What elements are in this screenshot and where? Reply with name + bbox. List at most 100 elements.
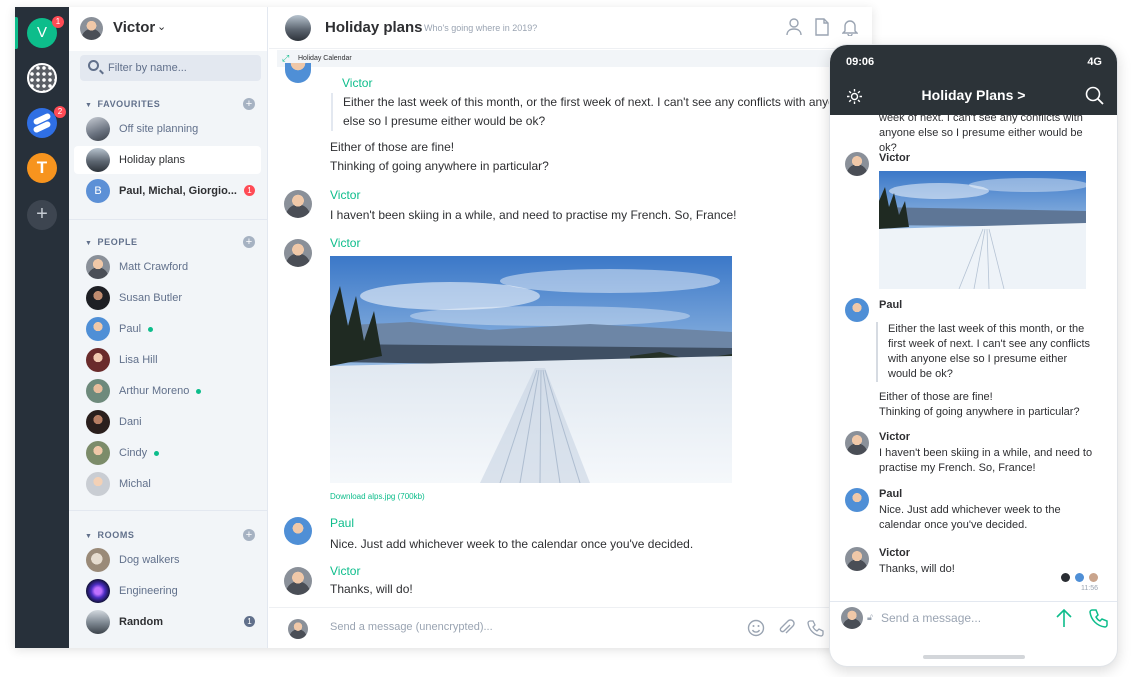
person-name: Arthur Moreno [119, 385, 202, 397]
person-avatar [86, 441, 110, 465]
sender-avatar[interactable] [845, 298, 869, 322]
dm-item[interactable]: Lisa Hill [74, 346, 261, 374]
room-header: Holiday plans Who's going where in 2019? [269, 7, 872, 49]
quote-line: Either the last week of this month, or t… [343, 95, 849, 109]
room-name: Paul, Michal, Giorgio... [119, 185, 237, 197]
notifications-icon[interactable] [842, 18, 858, 36]
send-arrow-icon[interactable] [1055, 608, 1073, 628]
sender-avatar[interactable] [845, 488, 869, 512]
room-item[interactable]: Random 1 [74, 608, 261, 636]
quote-line: else so I presume either would be ok? [343, 114, 546, 128]
download-link[interactable]: Download alps.jpg (700kb) [330, 492, 425, 501]
sender-name[interactable]: Victor [330, 236, 360, 250]
message-body: Either of those are fine! [330, 140, 455, 154]
space-rail: V 1 2 T + [15, 7, 69, 648]
sender-name[interactable]: Paul [879, 299, 902, 311]
dm-item[interactable]: Michal [74, 470, 261, 498]
user-avatar [80, 17, 103, 40]
composer-placeholder[interactable]: Send a message... [881, 611, 981, 625]
message-body: I haven't been skiing in a while, and ne… [330, 208, 737, 222]
sender-avatar[interactable] [284, 517, 312, 545]
add-space-button[interactable]: + [27, 200, 57, 230]
sender-name[interactable]: Paul [330, 516, 354, 530]
read-receipt-avatar[interactable] [1089, 573, 1098, 582]
active-space-indicator [15, 17, 18, 49]
sender-avatar[interactable] [845, 152, 869, 176]
user-name: Victor [113, 19, 156, 36]
space-dots[interactable] [27, 63, 57, 93]
sender-name[interactable]: Victor [879, 152, 910, 164]
members-icon[interactable] [786, 18, 802, 36]
sender-name[interactable]: Victor [879, 547, 910, 559]
widget-bar[interactable]: ⤢ Holiday Calendar [277, 50, 837, 67]
room-title[interactable]: Holiday plans [325, 19, 423, 36]
sender-avatar[interactable] [284, 190, 312, 218]
sender-avatar[interactable] [284, 567, 312, 595]
files-icon[interactable] [814, 18, 830, 36]
voice-call-icon[interactable] [1089, 608, 1109, 628]
dm-item[interactable]: Paul [74, 315, 261, 343]
person-avatar [86, 379, 110, 403]
person-name: Cindy [119, 447, 160, 459]
dm-item[interactable]: Cindy [74, 439, 261, 467]
add-person-icon[interactable]: + [243, 236, 255, 248]
sender-avatar[interactable] [845, 431, 869, 455]
sender-avatar[interactable] [845, 547, 869, 571]
room-item[interactable]: Off site planning [74, 115, 261, 143]
room-name: Random [119, 616, 163, 628]
dm-item[interactable]: Matt Crawford [74, 253, 261, 281]
voice-call-icon[interactable] [807, 619, 825, 637]
online-dot [148, 326, 154, 332]
reply-quote[interactable]: Either the last week of this month, or t… [331, 93, 848, 131]
screenshot-stage: V 1 2 T + Victor ⌄ Filter by name... ▼ FA… [0, 0, 1136, 677]
room-avatar [86, 579, 110, 603]
space-ring[interactable] [27, 108, 57, 138]
section-people[interactable]: ▼ PEOPLE [85, 237, 138, 247]
room-item-selected[interactable]: Holiday plans [74, 146, 261, 174]
mobile-header: 09:06 4G Holiday Plans > [830, 45, 1117, 115]
dm-item[interactable]: Susan Butler [74, 284, 261, 312]
attachment-icon[interactable] [777, 619, 795, 637]
person-name: Lisa Hill [119, 354, 158, 366]
section-rooms[interactable]: ▼ ROOMS [85, 530, 135, 540]
read-receipt-avatar[interactable] [1061, 573, 1070, 582]
status-time: 09:06 [846, 56, 875, 68]
sender-avatar[interactable] [284, 239, 312, 267]
reply-quote[interactable]: Either the last week of this month, or t… [876, 322, 1098, 382]
mobile-room-title[interactable]: Holiday Plans > [830, 87, 1117, 103]
sender-name[interactable]: Paul [879, 488, 902, 500]
add-room-icon[interactable]: + [243, 529, 255, 541]
filter-input[interactable]: Filter by name... [80, 55, 261, 81]
user-menu[interactable]: Victor ⌄ [69, 7, 267, 51]
room-view: Holiday plans Who's going where in 2019?… [269, 7, 872, 648]
sender-avatar [285, 63, 311, 83]
dm-item[interactable]: Arthur Moreno [74, 377, 261, 405]
ski-photo[interactable] [879, 171, 1086, 289]
room-list: Victor ⌄ Filter by name... ▼ FAVOURITES +… [69, 7, 268, 648]
composer-placeholder[interactable]: Send a message (unencrypted)... [330, 621, 493, 633]
read-receipt-avatar[interactable] [1075, 573, 1084, 582]
search-icon[interactable] [1085, 86, 1104, 105]
mobile-composer[interactable]: 🔓︎ Send a message... [830, 601, 1117, 637]
room-name: Engineering [119, 585, 178, 597]
sender-name[interactable]: Victor [330, 564, 360, 578]
sender-name[interactable]: Victor [879, 431, 910, 443]
dm-item[interactable]: Dani [74, 408, 261, 436]
emoji-icon[interactable] [747, 619, 765, 637]
room-avatar [86, 148, 110, 172]
section-favourites[interactable]: ▼ FAVOURITES [85, 99, 160, 109]
sender-name[interactable]: Victor [330, 188, 360, 202]
desktop-window: V 1 2 T + Victor ⌄ Filter by name... ▼ FA… [15, 7, 872, 648]
room-avatar[interactable] [285, 15, 311, 41]
room-item[interactable]: Dog walkers [74, 546, 261, 574]
home-indicator [923, 655, 1025, 659]
room-item[interactable]: B Paul, Michal, Giorgio... 1 [74, 177, 261, 205]
room-item[interactable]: Engineering [74, 577, 261, 605]
quote-sender[interactable]: Victor [342, 76, 372, 90]
ski-photo[interactable] [330, 256, 732, 483]
add-favourite-icon[interactable]: + [243, 98, 255, 110]
room-avatar [86, 548, 110, 572]
room-name: Off site planning [119, 123, 199, 135]
space-tf[interactable]: T [27, 153, 57, 183]
message-composer[interactable]: Send a message (unencrypted)... [269, 607, 872, 648]
